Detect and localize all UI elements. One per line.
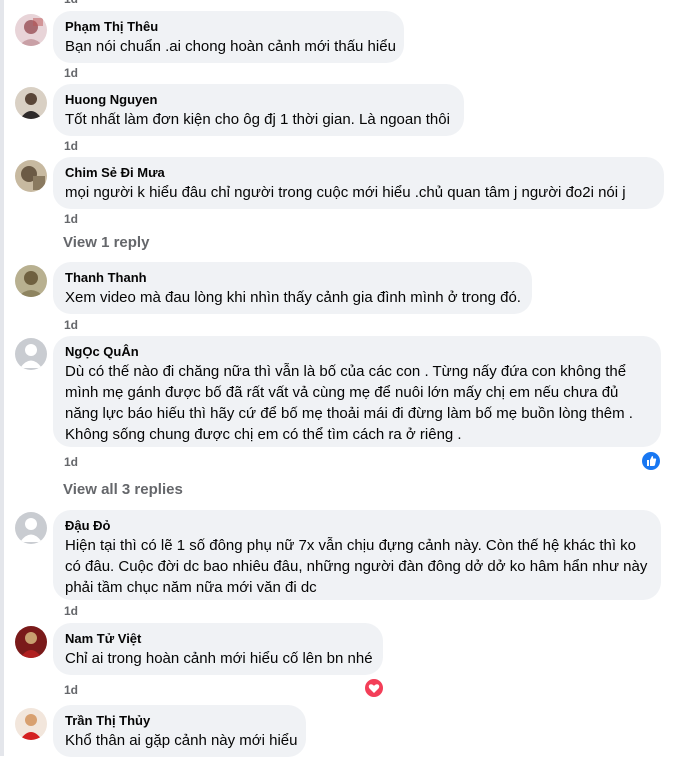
- comment-text: Xem video mà đau lòng khi nhìn thấy cảnh…: [65, 289, 521, 306]
- avatar[interactable]: [15, 265, 47, 297]
- timestamp[interactable]: 1d: [64, 683, 78, 697]
- comment-text-line: có đâu. Cuộc đời dc bao nhiêu đâu, những…: [65, 558, 648, 575]
- comment-author[interactable]: Đậu Đỏ: [65, 518, 649, 534]
- comment-text-line: Dù có thế nào đi chăng nữa thì vẫn là bố…: [65, 363, 627, 380]
- comment-text: Bạn nói chuẩn .ai chong hoàn cảnh mới th…: [65, 38, 396, 55]
- comment-bubble: Nam Tử Việt Chỉ ai trong hoàn cảnh mới h…: [53, 623, 383, 675]
- comment-text-line: Hiện tại thì có lẽ 1 số đông phụ nữ 7x v…: [65, 537, 637, 554]
- comment-author[interactable]: Huong Nguyen: [65, 92, 452, 108]
- comment-text-line: năng lực báo hiếu thì hãy cứ để bố mẹ th…: [65, 405, 633, 422]
- avatar[interactable]: [15, 87, 47, 119]
- view-replies-link[interactable]: View all 3 replies: [63, 481, 183, 499]
- comment-author[interactable]: NgỌc QuÂn: [65, 344, 649, 360]
- avatar[interactable]: [15, 512, 47, 544]
- comment-author[interactable]: Thanh Thanh: [65, 270, 520, 286]
- timestamp[interactable]: 1d: [64, 139, 78, 153]
- comment-text-line: phải tầm chục năm nữa mới văn đi dc: [65, 579, 317, 596]
- comment-bubble: Phạm Thị Thêu Bạn nói chuẩn .ai chong ho…: [53, 11, 404, 63]
- comment-bubble: Trần Thị Thủy Khổ thân ai gặp cảnh này m…: [53, 705, 306, 757]
- comment-author[interactable]: Trần Thị Thủy: [65, 713, 294, 729]
- comment-text: Chỉ ai trong hoàn cảnh mới hiểu cố lên b…: [65, 650, 373, 667]
- avatar[interactable]: [15, 708, 47, 740]
- comment-bubble: Huong Nguyen Tốt nhất làm đơn kiện cho ô…: [53, 84, 464, 136]
- comment-bubble: NgỌc QuÂn Dù có thế nào đi chăng nữa thì…: [53, 336, 661, 447]
- timestamp[interactable]: 1d: [64, 66, 78, 80]
- avatar[interactable]: [15, 338, 47, 370]
- comment-bubble: Thanh Thanh Xem video mà đau lòng khi nh…: [53, 262, 532, 314]
- love-reaction-icon[interactable]: [363, 677, 385, 699]
- comment-text: Tốt nhất làm đơn kiện cho ôg đj 1 thời g…: [65, 111, 450, 128]
- avatar[interactable]: [15, 626, 47, 658]
- comment-text: Khổ thân ai gặp cảnh này mới hiểu: [65, 732, 298, 749]
- comment-bubble: Chim Sẻ Đi Mưa mọi người k hiểu đâu chỉ …: [53, 157, 664, 209]
- view-replies-link[interactable]: View 1 reply: [63, 234, 149, 252]
- like-reaction-icon[interactable]: [640, 450, 662, 472]
- comment-author[interactable]: Chim Sẻ Đi Mưa: [65, 165, 652, 181]
- comment-author[interactable]: Phạm Thị Thêu: [65, 19, 392, 35]
- avatar[interactable]: [15, 160, 47, 192]
- comment-bubble: Đậu Đỏ Hiện tại thì có lẽ 1 số đông phụ …: [53, 510, 661, 600]
- timestamp[interactable]: 1d: [64, 455, 78, 469]
- comment-text-line: Không sống chung được chị em có thể tìm …: [65, 426, 462, 443]
- timestamp[interactable]: 1d: [64, 0, 78, 6]
- comment-author[interactable]: Nam Tử Việt: [65, 631, 371, 647]
- avatar[interactable]: [15, 14, 47, 46]
- comment-text: mọi người k hiểu đâu chỉ người trong cuộ…: [65, 184, 626, 201]
- timestamp[interactable]: 1d: [64, 212, 78, 226]
- timestamp[interactable]: 1d: [64, 604, 78, 618]
- comment-text-line: mình mẹ gánh được bố đã rất vất vả cùng …: [65, 384, 619, 401]
- timestamp[interactable]: 1d: [64, 318, 78, 332]
- left-border: [0, 0, 4, 756]
